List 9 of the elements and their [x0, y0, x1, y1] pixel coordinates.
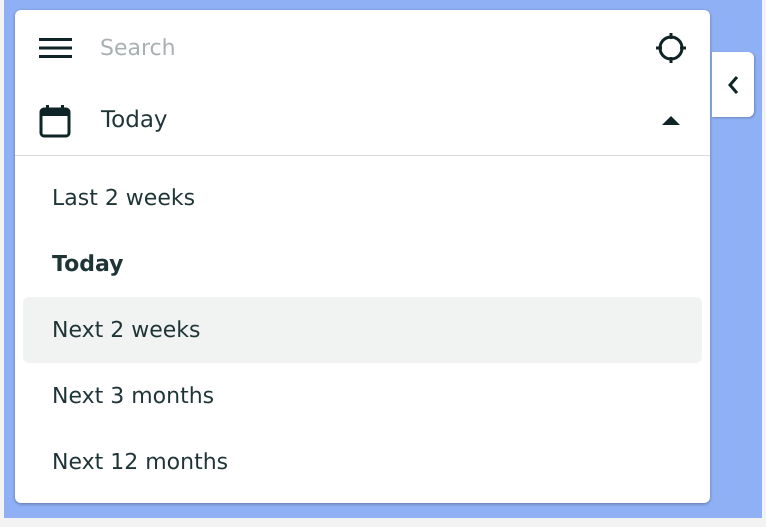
menu-icon[interactable] [39, 36, 73, 60]
caret-up-icon [662, 116, 680, 125]
range-option[interactable]: Next 2 weeks [23, 297, 702, 363]
date-range-dropdown[interactable]: Today [15, 86, 710, 156]
collapse-tab[interactable] [712, 52, 754, 117]
locate-icon[interactable] [654, 31, 688, 65]
search-field[interactable]: Search [100, 28, 654, 68]
calendar-icon [39, 104, 71, 138]
chevron-left-icon [727, 74, 739, 94]
